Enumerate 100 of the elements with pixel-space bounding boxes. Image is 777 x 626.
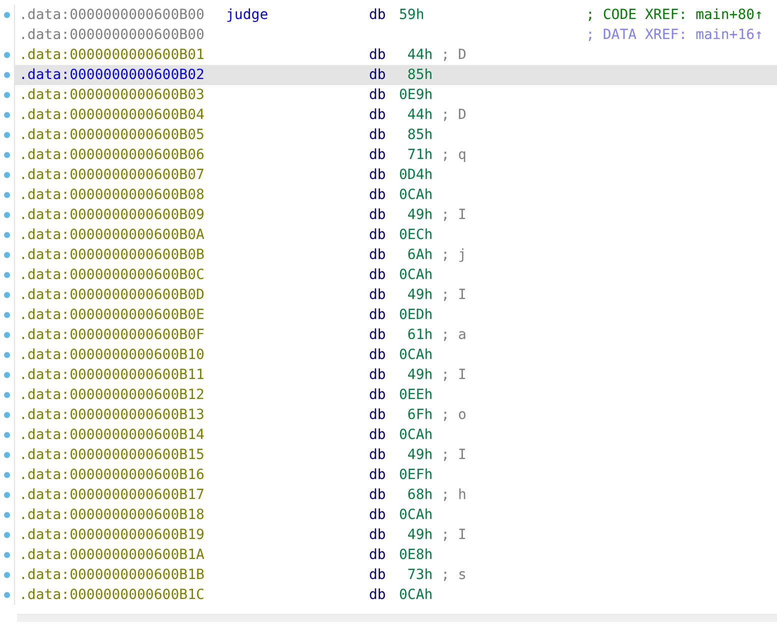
byte-value: 49h [407, 287, 433, 303]
char-comment: ; D [441, 46, 466, 65]
byte-value: 0CAh [399, 267, 433, 283]
byte-value: 0CAh [399, 187, 433, 203]
address[interactable]: .data:0000000000600B0E [19, 305, 226, 325]
directive: db [369, 546, 387, 565]
address[interactable]: .data:0000000000600B1A [19, 545, 226, 565]
address[interactable]: .data:0000000000600B17 [19, 485, 226, 505]
char-comment: ; I [441, 526, 466, 545]
byte-value: 49h [407, 207, 433, 223]
address[interactable]: .data:0000000000600B07 [19, 165, 226, 185]
char-comment: ; o [441, 406, 466, 425]
label-name[interactable]: judge [226, 5, 369, 25]
byte-value: 0D4h [399, 167, 433, 183]
address[interactable]: .data:0000000000600B01 [19, 45, 226, 65]
byte-value: 49h [407, 367, 433, 383]
char-comment: ; j [441, 246, 466, 265]
address[interactable]: .data:0000000000600B08 [19, 185, 226, 205]
char-comment: ; s [441, 566, 466, 585]
byte-value: 59h [399, 7, 424, 23]
address[interactable]: .data:0000000000600B00 [19, 25, 226, 45]
byte-value: 0CAh [399, 507, 433, 523]
address[interactable]: .data:0000000000600B11 [19, 365, 226, 385]
byte-value: 68h [407, 487, 433, 503]
address[interactable]: .data:0000000000600B16 [19, 465, 226, 485]
char-comment: ; I [441, 366, 466, 385]
directive: db [369, 426, 387, 445]
byte-value: 0E9h [399, 87, 433, 103]
directive: db [369, 326, 387, 345]
byte-value: 73h [407, 567, 433, 583]
address[interactable]: .data:0000000000600B0B [19, 245, 226, 265]
char-comment: ; I [441, 446, 466, 465]
directive: db [369, 46, 387, 65]
directive: db [369, 506, 387, 525]
directive: db [369, 126, 387, 145]
code-xref-comment[interactable]: ; CODE XREF: main+80↑ [586, 5, 764, 25]
directive: db [369, 346, 387, 365]
directive: db [369, 66, 387, 85]
address[interactable]: .data:0000000000600B05 [19, 125, 226, 145]
address[interactable]: .data:0000000000600B12 [19, 385, 226, 405]
byte-value: 0E8h [399, 547, 433, 563]
byte-value: 71h [407, 147, 433, 163]
address[interactable]: .data:0000000000600B0C [19, 265, 226, 285]
char-comment: ; h [441, 486, 466, 505]
byte-value: 0EEh [399, 387, 433, 403]
directive: db [369, 206, 387, 225]
address[interactable]: .data:0000000000600B18 [19, 505, 226, 525]
directive: db [369, 366, 387, 385]
horizontal-scrollbar[interactable] [17, 614, 777, 622]
directive: db [369, 446, 387, 465]
byte-value: 0EFh [399, 467, 433, 483]
byte-value: 0ECh [399, 227, 433, 243]
byte-value: 6Fh [407, 407, 433, 423]
directive: db [369, 86, 387, 105]
byte-value: 85h [407, 127, 433, 143]
byte-value: 44h [407, 107, 433, 123]
address[interactable]: .data:0000000000600B1C [19, 585, 226, 605]
directive: db [369, 306, 387, 325]
byte-value: 0CAh [399, 427, 433, 443]
address[interactable]: .data:0000000000600B00 [19, 5, 226, 25]
address[interactable]: .data:0000000000600B13 [19, 405, 226, 425]
address[interactable]: .data:0000000000600B0A [19, 225, 226, 245]
data-xref-comment[interactable]: ; DATA XREF: main+16↑ [586, 25, 764, 45]
address[interactable]: .data:0000000000600B10 [19, 345, 226, 365]
address[interactable]: .data:0000000000600B09 [19, 205, 226, 225]
byte-value: 0CAh [399, 587, 433, 603]
char-comment: ; I [441, 206, 466, 225]
directive: db [369, 486, 387, 505]
directive: db [369, 166, 387, 185]
directive: db [369, 386, 387, 405]
byte-value: 61h [407, 327, 433, 343]
byte-value: 6Ah [407, 247, 433, 263]
byte-value: 0CAh [399, 347, 433, 363]
address[interactable]: .data:0000000000600B15 [19, 445, 226, 465]
byte-value: 0EDh [399, 307, 433, 323]
address[interactable]: .data:0000000000600B14 [19, 425, 226, 445]
address[interactable]: .data:0000000000600B0D [19, 285, 226, 305]
address[interactable]: .data:0000000000600B19 [19, 525, 226, 545]
directive: db [369, 526, 387, 545]
char-comment: ; D [441, 106, 466, 125]
directive: db [369, 186, 387, 205]
byte-value: 85h [407, 67, 433, 83]
directive: db [369, 466, 387, 485]
char-comment: ; a [441, 326, 466, 345]
char-comment: ; I [441, 286, 466, 305]
byte-value: 49h [407, 527, 433, 543]
address[interactable]: .data:0000000000600B06 [19, 145, 226, 165]
byte-value: 49h [407, 447, 433, 463]
directive: db [369, 406, 387, 425]
directive: db [369, 246, 387, 265]
directive: db [369, 286, 387, 305]
directive: db [369, 146, 387, 165]
address[interactable]: .data:0000000000600B0F [19, 325, 226, 345]
address[interactable]: .data:0000000000600B03 [19, 85, 226, 105]
directive: db [369, 6, 387, 25]
char-comment: ; q [441, 146, 466, 165]
address[interactable]: .data:0000000000600B1B [19, 565, 226, 585]
address[interactable]: .data:0000000000600B04 [19, 105, 226, 125]
address[interactable]: .data:0000000000600B02 [19, 65, 226, 85]
directive: db [369, 566, 387, 585]
